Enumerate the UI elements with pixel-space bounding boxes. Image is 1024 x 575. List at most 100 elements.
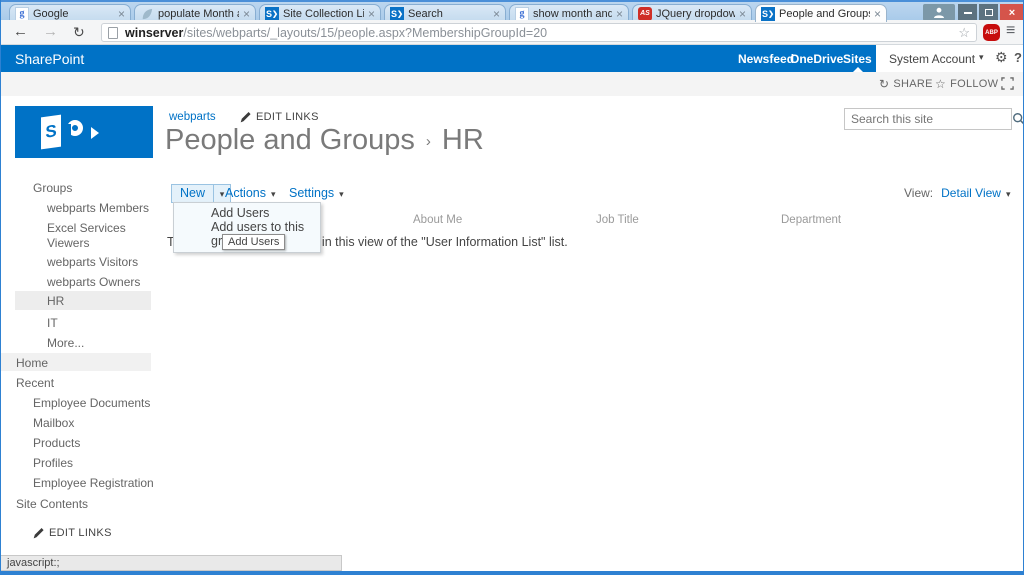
view-value[interactable]: Detail View — [941, 186, 1001, 200]
edit-links-label: EDIT LINKS — [49, 527, 112, 539]
page-title-group: HR — [441, 124, 484, 156]
page-title: People and Groups › HR — [165, 124, 484, 157]
menu-item-title: Add Users — [211, 206, 270, 220]
sidebar-item-it[interactable]: IT — [47, 316, 58, 330]
tab-title: Google — [33, 7, 69, 20]
url-path: /sites/webparts/_layouts/15/people.aspx?… — [183, 25, 548, 40]
sidebar-item-employee-registration[interactable]: Employee Registration — [33, 476, 154, 490]
chevron-down-icon: ▾ — [339, 189, 344, 199]
settings-menu[interactable]: Settings ▾ — [289, 186, 344, 200]
follow-star-icon: ☆ — [935, 77, 947, 91]
tab-title: Search — [408, 7, 443, 20]
account-section: System Account ▾ ⚙ ? — [876, 45, 1023, 72]
close-icon[interactable]: × — [739, 8, 746, 20]
address-bar[interactable]: winserver/sites/webparts/_layouts/15/peo… — [101, 23, 977, 42]
column-header-about-me[interactable]: About Me — [413, 214, 462, 226]
person-icon — [934, 7, 944, 18]
settings-label: Settings — [289, 186, 335, 200]
help-icon[interactable]: ? — [1014, 50, 1022, 65]
close-icon[interactable]: × — [243, 8, 250, 20]
browser-profile-button[interactable] — [923, 4, 955, 21]
bookmark-star-icon[interactable]: ☆ — [958, 25, 970, 41]
close-icon[interactable]: × — [874, 8, 881, 20]
search-input[interactable] — [845, 112, 1012, 126]
follow-label: FOLLOW — [950, 78, 999, 90]
edit-links-label: EDIT LINKS — [256, 111, 319, 123]
view-selector: View: Detail View ▾ — [904, 186, 1010, 200]
sidebar-item-webparts-visitors[interactable]: webparts Visitors — [47, 255, 138, 269]
follow-button[interactable]: ☆ FOLLOW — [935, 77, 998, 91]
suite-link-sites[interactable]: Sites — [843, 52, 872, 66]
new-label[interactable]: New — [172, 185, 213, 202]
sidebar-item-more[interactable]: More... — [47, 336, 84, 350]
close-icon[interactable]: × — [118, 8, 125, 20]
sidebar-item-home[interactable]: Home — [16, 356, 48, 370]
chevron-down-icon[interactable]: ▾ — [1006, 189, 1011, 199]
close-icon[interactable]: × — [493, 8, 500, 20]
sidebar-item-site-contents[interactable]: Site Contents — [16, 497, 88, 511]
minimize-icon — [963, 11, 972, 14]
sidebar-item-profiles[interactable]: Profiles — [33, 456, 73, 470]
column-header-job-title[interactable]: Job Title — [596, 214, 639, 226]
sidebar-item-employee-documents[interactable]: Employee Documents — [33, 396, 150, 410]
ribbon-row: ↻ SHARE ☆ FOLLOW — [1, 72, 1023, 96]
sidebar-item-webparts-owners[interactable]: webparts Owners — [47, 275, 140, 289]
back-button[interactable]: ← — [13, 22, 28, 42]
maximize-icon — [984, 9, 993, 16]
search-icon[interactable] — [1012, 112, 1024, 126]
window-close-button[interactable]: × — [1000, 4, 1023, 21]
focus-on-content-button[interactable] — [1001, 77, 1014, 90]
window-frame-bottom — [1, 571, 1023, 575]
sidebar-item-webparts-members[interactable]: webparts Members — [47, 201, 149, 215]
tab-title: People and Groups — [779, 7, 870, 20]
sidebar-header-groups[interactable]: Groups — [33, 181, 72, 195]
actions-menu[interactable]: Actions ▾ — [225, 186, 276, 200]
minimize-button[interactable] — [958, 4, 977, 21]
page-title-main: People and Groups — [165, 124, 415, 156]
site-logo[interactable]: S — [15, 106, 153, 158]
forward-button[interactable]: → — [43, 22, 58, 42]
browser-window: g Google × populate Month and × S❯ Site … — [0, 0, 1024, 575]
column-header-department[interactable]: Department — [781, 214, 841, 226]
sharepoint-favicon: S ❯ — [265, 6, 279, 21]
sidebar-item-excel-services-viewers[interactable]: Excel Services Viewers — [47, 221, 147, 251]
page-favicon — [140, 7, 154, 21]
url-text: winserver/sites/webparts/_layouts/15/peo… — [125, 26, 958, 40]
sidebar-item-mailbox[interactable]: Mailbox — [33, 416, 74, 430]
breadcrumb-site-link[interactable]: webparts — [169, 111, 216, 123]
adblock-extension-icon[interactable]: ABP — [983, 24, 1000, 41]
sharepoint-brand: SharePoint — [15, 51, 85, 67]
share-icon: ↻ — [879, 77, 890, 91]
breadcrumb-separator: › — [425, 133, 431, 150]
account-menu[interactable]: System Account — [889, 52, 975, 66]
suite-link-onedrive[interactable]: OneDrive — [790, 52, 843, 66]
tab-strip: g Google × populate Month and × S❯ Site … — [1, 0, 1023, 22]
tab-title: Site Collection List — [283, 7, 364, 20]
browser-menu-icon[interactable]: ≡ — [1006, 22, 1015, 40]
close-icon[interactable]: × — [616, 8, 623, 20]
chevron-down-icon: ▾ — [271, 189, 276, 199]
google-favicon: g — [15, 6, 29, 21]
reload-button[interactable]: ↻ — [73, 22, 85, 42]
sidebar-item-products[interactable]: Products — [33, 436, 80, 450]
focus-icon — [1001, 77, 1014, 90]
close-icon[interactable]: × — [368, 8, 375, 20]
google-favicon: g — [515, 6, 529, 21]
edit-links-sidebar[interactable]: EDIT LINKS — [33, 527, 112, 539]
tab-people-and-groups-active[interactable]: S ❯ People and Groups × — [755, 4, 887, 22]
maximize-button[interactable] — [979, 4, 998, 21]
site-search-box — [844, 108, 1023, 130]
edit-links-top[interactable]: EDIT LINKS — [240, 111, 319, 123]
share-button[interactable]: ↻ SHARE — [879, 77, 933, 91]
sidebar-item-hr-selected[interactable]: HR — [47, 294, 64, 308]
aspsnippets-favicon: AS — [638, 6, 652, 21]
new-menu-button[interactable]: New ▾ — [171, 184, 232, 203]
suite-link-newsfeed[interactable]: Newsfeed — [738, 52, 794, 66]
sharepoint-logo-ring-point — [91, 127, 99, 139]
gear-icon[interactable]: ⚙ — [995, 49, 1008, 66]
pencil-icon — [240, 111, 251, 122]
sidebar-header-recent[interactable]: Recent — [16, 376, 54, 390]
browser-toolbar: ← → ↻ winserver/sites/webparts/_layouts/… — [1, 20, 1023, 45]
actions-label: Actions — [225, 186, 266, 200]
sharepoint-favicon: S ❯ — [761, 6, 775, 21]
